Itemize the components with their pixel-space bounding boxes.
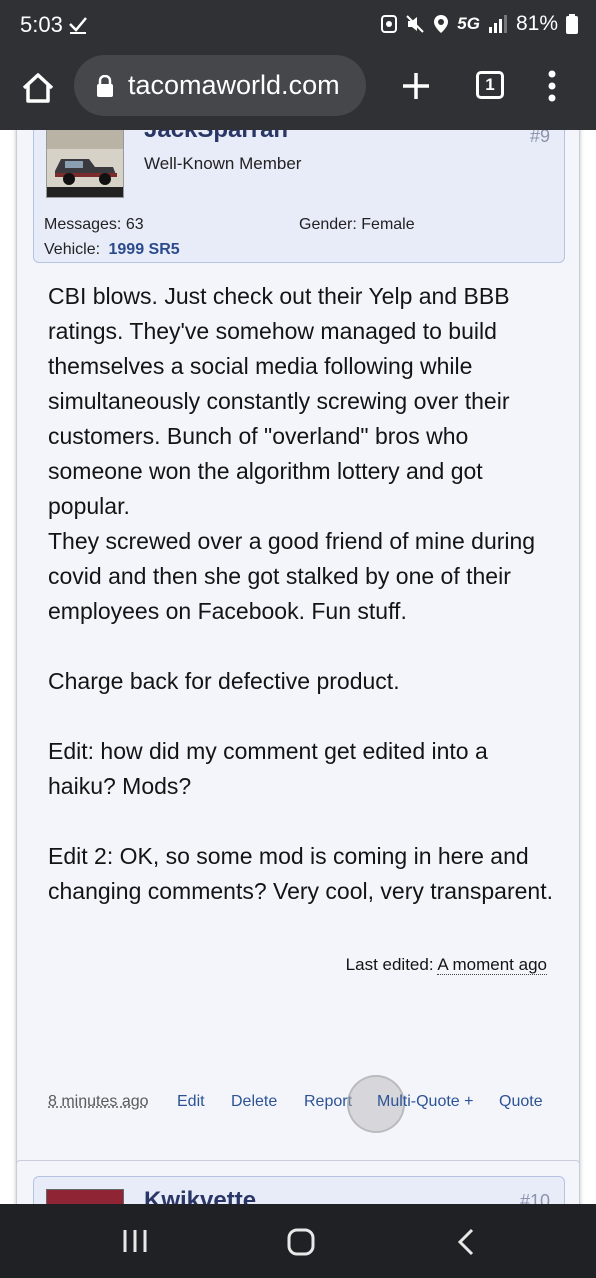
avatar-truck-image bbox=[47, 130, 123, 197]
vehicle-label: Vehicle: bbox=[44, 241, 101, 258]
last-edited-time[interactable]: A moment ago bbox=[437, 955, 547, 975]
gender-label: Gender: bbox=[299, 216, 357, 233]
network-type: 5G bbox=[457, 14, 480, 33]
home-nav-icon[interactable] bbox=[287, 1228, 315, 1256]
status-time: 5:03 bbox=[20, 12, 63, 37]
quote-link[interactable]: Quote bbox=[499, 1093, 543, 1111]
messages-value: 63 bbox=[125, 216, 144, 233]
recent-apps-icon[interactable] bbox=[120, 1228, 150, 1254]
delete-link[interactable]: Delete bbox=[231, 1093, 277, 1111]
browser-toolbar: tacomaworld.com 1 bbox=[0, 52, 596, 130]
post-body: CBI blows. Just check out their Yelp and… bbox=[48, 279, 558, 909]
page-content[interactable]: JackSparran #9 Well-Known Member Message… bbox=[0, 130, 596, 1204]
post-time-link[interactable]: 8 minutes ago bbox=[48, 1093, 149, 1111]
forum-post-next: Kwikvette #10 bbox=[16, 1160, 580, 1204]
back-icon[interactable] bbox=[456, 1228, 476, 1256]
avatar[interactable] bbox=[46, 130, 124, 198]
checkmark-icon bbox=[69, 17, 87, 34]
system-navigation-bar bbox=[0, 1204, 596, 1278]
post-number[interactable]: #10 bbox=[520, 1191, 550, 1204]
gender-stat: Gender: Female bbox=[299, 216, 415, 234]
vehicle-stat: Vehicle: 1999 SR5 bbox=[44, 241, 180, 259]
post-number[interactable]: #9 bbox=[530, 130, 550, 147]
post-username[interactable]: JackSparran bbox=[144, 130, 288, 144]
vehicle-value[interactable]: 1999 SR5 bbox=[109, 241, 180, 258]
avatar[interactable] bbox=[46, 1189, 124, 1204]
last-edited-label: Last edited: bbox=[345, 955, 434, 974]
post-paragraph: They screwed over a good friend of mine … bbox=[48, 528, 536, 624]
home-icon[interactable] bbox=[20, 70, 56, 106]
post-paragraph: Edit: how did my comment get edited into… bbox=[48, 738, 488, 799]
address-bar[interactable]: tacomaworld.com bbox=[74, 55, 366, 116]
messages-stat: Messages: 63 bbox=[44, 216, 144, 234]
user-title: Well-Known Member bbox=[144, 154, 302, 173]
lock-icon bbox=[97, 74, 113, 97]
gender-value: Female bbox=[361, 216, 415, 233]
battery-icon bbox=[566, 14, 578, 34]
multi-quote-link[interactable]: Multi-Quote + bbox=[377, 1093, 473, 1111]
status-bar: 5:03 5G 81% bbox=[0, 0, 596, 52]
location-icon bbox=[434, 15, 449, 33]
post-username[interactable]: Kwikvette bbox=[144, 1187, 256, 1204]
url-text: tacomaworld.com bbox=[128, 70, 340, 100]
tab-switcher-button[interactable]: 1 bbox=[476, 71, 504, 99]
post-paragraph: Edit 2: OK, so some mod is coming in her… bbox=[48, 843, 553, 904]
messages-label: Messages: bbox=[44, 216, 122, 233]
mute-icon bbox=[406, 15, 424, 33]
last-edited: Last edited: A moment ago bbox=[346, 955, 547, 975]
post-paragraph: CBI blows. Just check out their Yelp and… bbox=[48, 283, 510, 519]
battery-percent: 81% bbox=[515, 12, 558, 35]
report-link[interactable]: Report bbox=[304, 1093, 352, 1111]
post-actions: 8 minutes ago Edit Delete Report Multi-Q… bbox=[17, 1075, 581, 1133]
edit-link[interactable]: Edit bbox=[177, 1093, 205, 1111]
signal-icon bbox=[488, 15, 507, 33]
post-user-header: Kwikvette #10 bbox=[33, 1176, 565, 1204]
app-notification-icon bbox=[381, 15, 398, 33]
new-tab-icon[interactable] bbox=[400, 70, 432, 102]
status-indicators: 5G 81% bbox=[381, 12, 578, 36]
more-options-icon[interactable] bbox=[540, 68, 564, 104]
post-paragraph: Charge back for defective product. bbox=[48, 668, 400, 694]
post-user-header: JackSparran #9 Well-Known Member Message… bbox=[33, 130, 565, 263]
forum-post: JackSparran #9 Well-Known Member Message… bbox=[16, 130, 580, 1204]
